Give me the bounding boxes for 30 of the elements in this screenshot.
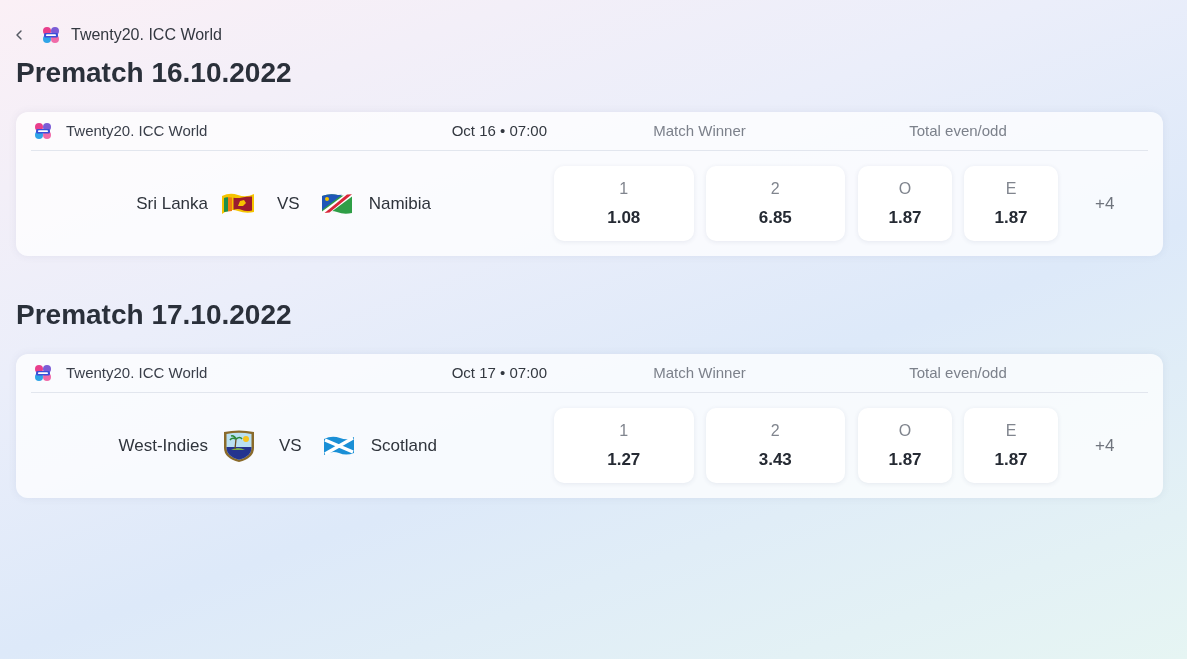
more-markets-button[interactable]: +4 (1095, 190, 1115, 217)
breadcrumb-title[interactable]: Twenty20. ICC World (71, 23, 222, 47)
league-name: Twenty20. ICC World (66, 120, 208, 141)
odds-button[interactable]: 2 3.43 (705, 408, 845, 483)
odds-button[interactable]: E 1.87 (964, 408, 1058, 483)
league-name: Twenty20. ICC World (66, 362, 208, 383)
emblem-icon (33, 363, 53, 383)
match-datetime: Oct 16 • 07:00 (451, 120, 547, 141)
market-title: Total even/odd (909, 362, 1007, 383)
match-datetime: Oct 17 • 07:00 (451, 362, 547, 383)
emblem-icon (41, 25, 61, 45)
section-heading: Prematch 16.10.2022 (16, 56, 292, 90)
odds-button[interactable]: E 1.87 (964, 166, 1058, 241)
odds-button[interactable]: O 1.87 (858, 166, 952, 241)
odds-button[interactable]: O 1.87 (858, 408, 952, 483)
emblem-icon (33, 121, 53, 141)
section-heading: Prematch 17.10.2022 (16, 298, 292, 332)
versus-label: VS (277, 192, 300, 215)
market-title: Match Winner (653, 120, 746, 141)
more-markets-button[interactable]: +4 (1095, 432, 1115, 459)
odds-button[interactable]: 2 6.85 (705, 166, 845, 241)
team-name: Sri Lanka (136, 192, 208, 215)
team-name: Namibia (368, 192, 432, 215)
team-name: West-Indies (118, 434, 208, 457)
odds-button[interactable]: 1 1.08 (554, 166, 694, 241)
market-title: Total even/odd (909, 120, 1007, 141)
team-name: Scotland (370, 434, 437, 457)
versus-label: VS (279, 434, 302, 457)
odds-button[interactable]: 1 1.27 (554, 408, 694, 483)
market-title: Match Winner (653, 362, 746, 383)
